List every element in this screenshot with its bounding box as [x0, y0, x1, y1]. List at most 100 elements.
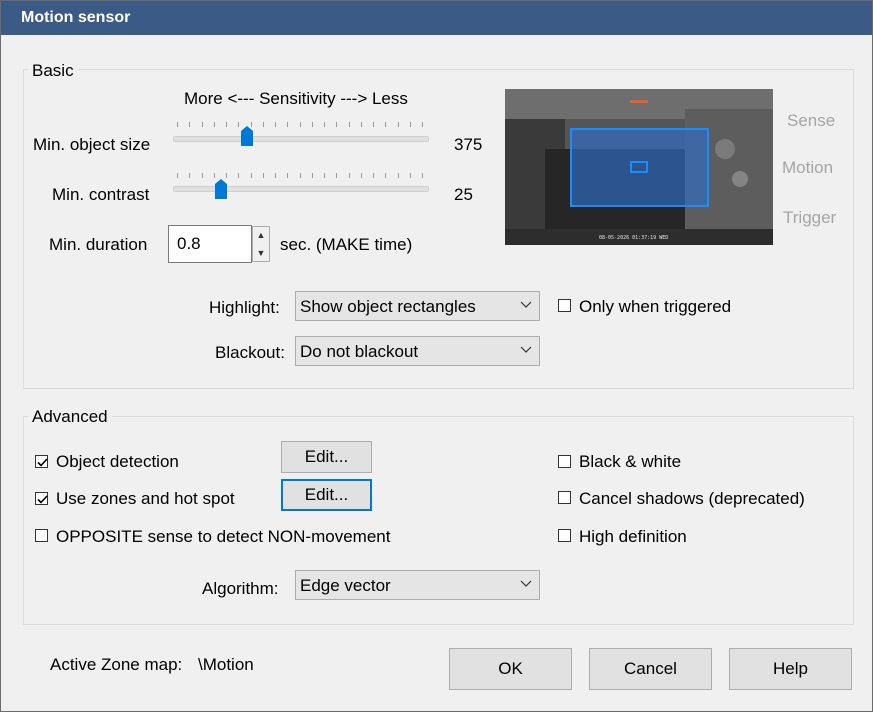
basic-group-label: Basic [28, 61, 78, 81]
slider-tick [385, 122, 386, 127]
chevron-down-icon [520, 580, 532, 587]
slider-tick [275, 173, 276, 178]
slider-tick [312, 122, 313, 127]
use-zones-edit-button[interactable]: Edit... [281, 479, 372, 511]
slider-tick [214, 122, 215, 127]
ok-button[interactable]: OK [449, 648, 572, 690]
object-detection-edit-button[interactable]: Edit... [281, 441, 372, 473]
preview-timestamp: 08-05-2026 01:37:19 WED [599, 235, 669, 241]
blackout-label: Blackout: [215, 343, 285, 362]
min-duration-label: Min. duration [49, 235, 148, 254]
slider-tick [422, 173, 423, 178]
slider-tick [177, 122, 178, 127]
only-when-triggered-label[interactable]: Only when triggered [579, 297, 731, 317]
help-button-label: Help [773, 659, 808, 678]
highlight-combobox[interactable]: Show object rectangles [295, 291, 540, 321]
slider-tick [251, 173, 252, 178]
high-definition-checkbox[interactable] [558, 529, 571, 542]
slider-tick [287, 122, 288, 127]
min-duration-spinner[interactable]: ▲ ▼ [252, 226, 270, 262]
slider-tick [300, 173, 301, 178]
slider-tick [373, 122, 374, 127]
use-zones-label[interactable]: Use zones and hot spot [56, 489, 235, 509]
min-object-size-value: 375 [454, 135, 483, 154]
object-detection-label[interactable]: Object detection [56, 452, 179, 472]
blackout-combobox[interactable]: Do not blackout [295, 336, 540, 366]
use-zones-checkbox[interactable] [35, 492, 48, 505]
only-when-triggered-checkbox[interactable] [558, 299, 571, 312]
sensitivity-label: More <--- Sensitivity ---> Less [184, 89, 408, 108]
slider-tick [349, 122, 350, 127]
min-contrast-label: Min. contrast [52, 185, 150, 204]
slider-tick [410, 173, 411, 178]
high-definition-label[interactable]: High definition [579, 527, 687, 547]
cancel-shadows-checkbox[interactable] [558, 491, 571, 504]
slider-tick [398, 122, 399, 127]
use-zones-edit-label: Edit... [304, 485, 349, 504]
slider-tick [385, 173, 386, 178]
cancel-shadows-label[interactable]: Cancel shadows (deprecated) [579, 489, 805, 509]
slider-tick [373, 173, 374, 178]
blackout-selected: Do not blackout [300, 342, 419, 361]
slider-tick [361, 122, 362, 127]
slider-tick [275, 122, 276, 127]
slider-tick [202, 173, 203, 178]
highlight-label: Highlight: [209, 298, 280, 317]
slider-tick [226, 173, 227, 178]
algorithm-selected: Edge vector [300, 576, 391, 595]
min-duration-input[interactable] [168, 225, 252, 263]
slider-tick [189, 122, 190, 127]
min-contrast-slider-track[interactable] [173, 186, 429, 192]
min-duration-unit: sec. (MAKE time) [280, 235, 413, 254]
window-title: Motion sensor [21, 9, 131, 26]
slider-tick [238, 122, 239, 127]
min-object-size-label: Min. object size [33, 135, 151, 154]
slider-tick [238, 173, 239, 178]
slider-tick [189, 173, 190, 178]
slider-tick [410, 122, 411, 127]
caret-down-icon[interactable]: ▼ [253, 245, 269, 262]
slider-tick [336, 122, 337, 127]
chevron-down-icon [520, 346, 532, 353]
trigger-indicator-label: Trigger [783, 208, 837, 227]
slider-tick [300, 122, 301, 127]
min-object-size-slider-track[interactable] [173, 136, 429, 142]
slider-tick [263, 173, 264, 178]
slider-tick [263, 122, 264, 127]
slider-tick [361, 173, 362, 178]
object-detection-checkbox[interactable] [35, 455, 48, 468]
sense-level-bar [630, 100, 648, 103]
title-bar[interactable]: Motion sensor [1, 1, 872, 35]
min-object-size-slider-thumb[interactable] [241, 126, 253, 146]
cancel-button[interactable]: Cancel [589, 648, 712, 690]
slider-tick [324, 122, 325, 127]
black-white-checkbox[interactable] [558, 455, 571, 468]
min-contrast-slider-thumb[interactable] [215, 179, 227, 199]
camera-preview-image [505, 89, 773, 245]
check-icon [37, 495, 48, 504]
highlight-selected: Show object rectangles [300, 297, 476, 316]
caret-up-icon[interactable]: ▲ [253, 227, 269, 244]
slider-tick [398, 173, 399, 178]
motion-indicator-label: Motion [782, 158, 834, 177]
opposite-sense-label[interactable]: OPPOSITE sense to detect NON-movement [56, 527, 390, 547]
opposite-sense-checkbox[interactable] [35, 529, 48, 542]
sense-indicator-label: Sense [787, 111, 836, 130]
object-detection-edit-label: Edit... [304, 447, 349, 466]
black-white-label[interactable]: Black & white [579, 452, 681, 472]
min-contrast-value: 25 [454, 185, 473, 204]
help-button[interactable]: Help [729, 648, 852, 690]
slider-tick [287, 173, 288, 178]
motion-sensor-dialog: Motion sensor Basic More <--- Sensitivit… [0, 0, 873, 712]
slider-tick [312, 173, 313, 178]
advanced-group-label: Advanced [28, 407, 112, 427]
slider-tick [349, 173, 350, 178]
min-contrast-slider-ticks [177, 173, 423, 179]
cancel-button-label: Cancel [624, 659, 677, 678]
camera-preview: 08-05-2026 01:37:19 WED [505, 89, 773, 245]
slider-tick [214, 173, 215, 178]
algorithm-combobox[interactable]: Edge vector [295, 570, 540, 600]
slider-tick [177, 173, 178, 178]
slider-tick [324, 173, 325, 178]
slider-tick [226, 122, 227, 127]
